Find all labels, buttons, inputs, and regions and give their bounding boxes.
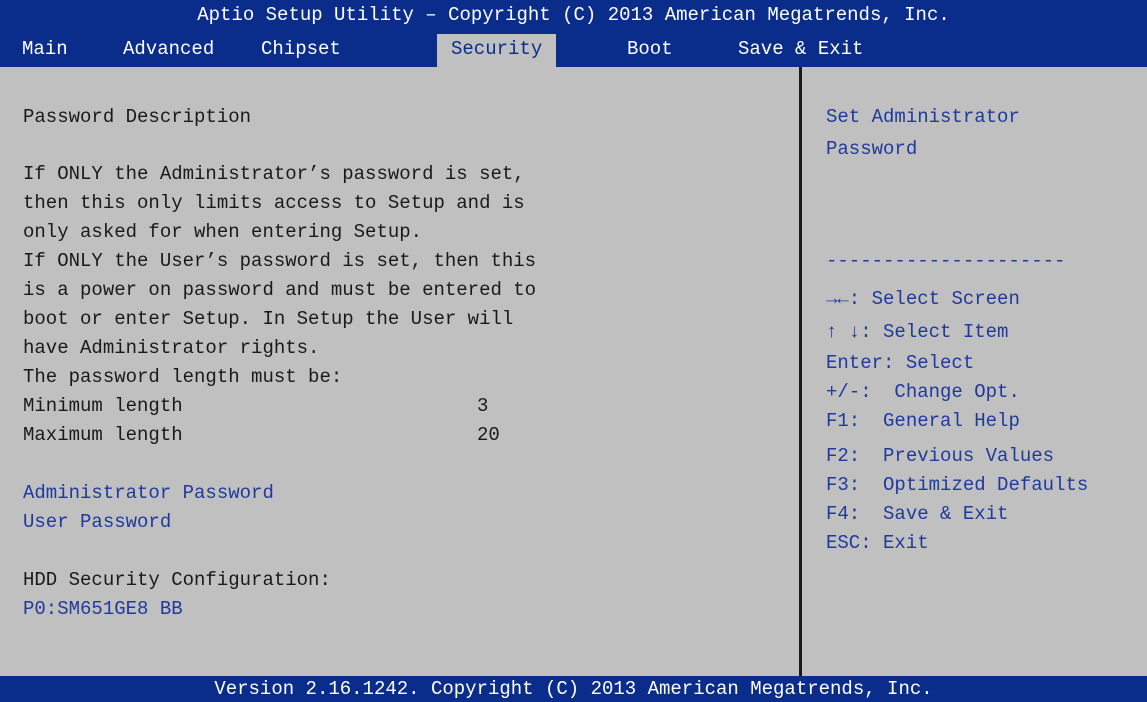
key-hint-action: Select xyxy=(905,352,975,374)
description-line: If ONLY the User’s password is set, then… xyxy=(23,250,537,272)
tab-chipset[interactable]: Chipset xyxy=(261,34,341,64)
version-footer: Version 2.16.1242. Copyright (C) 2013 Am… xyxy=(0,676,1147,702)
tab-save-exit[interactable]: Save & Exit xyxy=(738,34,863,64)
tab-security[interactable]: Security xyxy=(437,34,557,67)
key-hint-f1: F1: General Help xyxy=(826,409,1020,433)
key-hint-f3: F3: Optimized Defaults xyxy=(826,473,1088,497)
key-hint-key: →←: xyxy=(826,288,861,310)
min-length-value: 3 xyxy=(477,395,489,417)
key-hint-key: F1: xyxy=(826,410,861,432)
key-hint-select-screen: →←: Select Screen xyxy=(826,287,1020,311)
key-hint-action: General Help xyxy=(883,410,1020,432)
tab-main[interactable]: Main xyxy=(22,34,68,64)
description-line: have Administrator rights. xyxy=(23,337,320,359)
min-length-label: Minimum length xyxy=(23,395,183,417)
key-hint-key: F2: xyxy=(826,445,861,467)
help-text: Password xyxy=(826,138,918,160)
description-line: If ONLY the Administrator’s password is … xyxy=(23,163,525,185)
key-hint-key: F4: xyxy=(826,503,861,525)
administrator-password-item[interactable]: Administrator Password xyxy=(23,481,274,505)
key-hint-esc: ESC: Exit xyxy=(826,531,929,555)
key-hint-action: Select Screen xyxy=(871,288,1020,310)
help-pane: Set Administrator Password -------------… xyxy=(802,67,1147,676)
menu-bar: Main Advanced Chipset Security Boot Save… xyxy=(0,31,1147,67)
bios-setup-screen: Aptio Setup Utility – Copyright (C) 2013… xyxy=(0,0,1147,702)
key-hint-key: F3: xyxy=(826,474,861,496)
key-hint-key: Enter: xyxy=(826,352,895,374)
key-hint-action: Select Item xyxy=(883,321,1009,343)
key-hint-action: Exit xyxy=(883,532,929,554)
description-line: The password length must be: xyxy=(23,366,343,388)
key-hint-key: ESC: xyxy=(826,532,872,554)
key-hint-action: Previous Values xyxy=(883,445,1055,467)
key-hint-action: Optimized Defaults xyxy=(883,474,1089,496)
hdd-security-heading: HDD Security Configuration: xyxy=(23,569,331,591)
key-hint-key: ↑ ↓: xyxy=(826,321,872,343)
description-line: is a power on password and must be enter… xyxy=(23,279,537,301)
key-hint-change-opt: +/-: Change Opt. xyxy=(826,380,1020,404)
key-hint-f2: F2: Previous Values xyxy=(826,444,1054,468)
description-line: only asked for when entering Setup. xyxy=(23,221,423,243)
tab-boot[interactable]: Boot xyxy=(627,34,673,64)
key-hint-f4: F4: Save & Exit xyxy=(826,502,1008,526)
tab-advanced[interactable]: Advanced xyxy=(123,34,214,64)
help-separator: --------------------- xyxy=(826,250,1066,272)
password-description-heading: Password Description xyxy=(23,106,252,128)
max-length-value: 20 xyxy=(477,424,500,446)
description-line: then this only limits access to Setup an… xyxy=(23,192,525,214)
key-hint-enter: Enter: Select xyxy=(826,351,974,375)
settings-pane: Password Description If ONLY the Adminis… xyxy=(0,67,799,676)
key-hint-select-item: ↑ ↓: Select Item xyxy=(826,320,1008,344)
key-hint-action: Save & Exit xyxy=(883,503,1009,525)
description-line: boot or enter Setup. In Setup the User w… xyxy=(23,308,514,330)
hdd-device-item[interactable]: P0:SM651GE8 BB xyxy=(23,597,183,621)
user-password-item[interactable]: User Password xyxy=(23,510,171,534)
key-hint-action: Change Opt. xyxy=(894,381,1020,403)
title-bar: Aptio Setup Utility – Copyright (C) 2013… xyxy=(0,0,1147,31)
key-hint-key: +/-: xyxy=(826,381,872,403)
max-length-label: Maximum length xyxy=(23,424,183,446)
help-text: Set Administrator xyxy=(826,106,1020,128)
